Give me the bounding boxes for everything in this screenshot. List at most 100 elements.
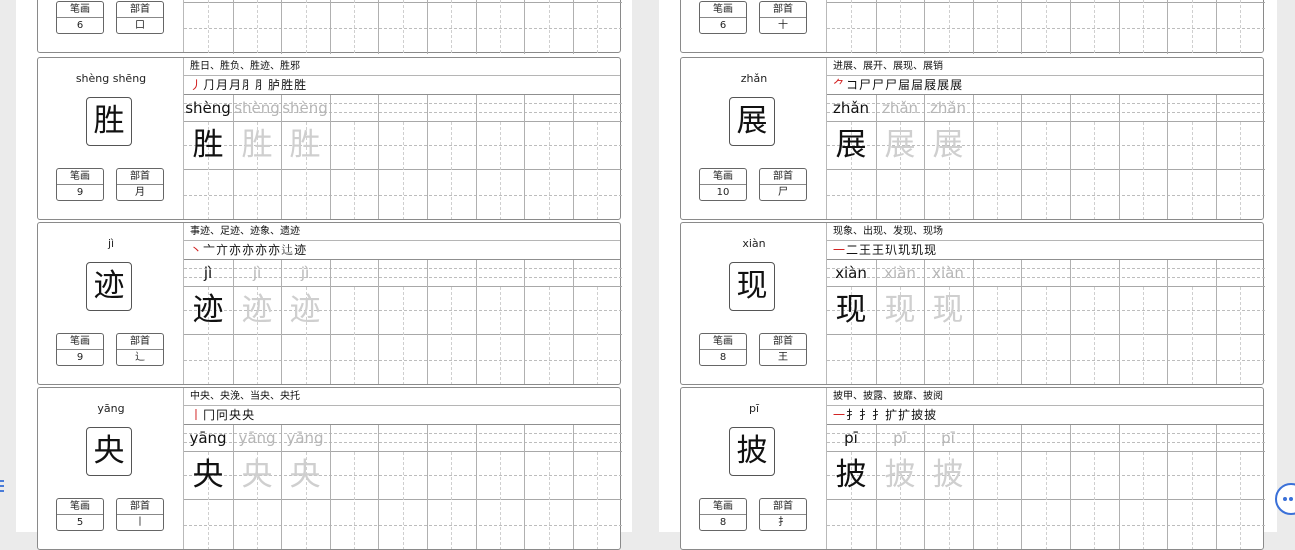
radical-box: 部首月 <box>116 168 164 201</box>
stroke-step: 二 <box>846 243 860 257</box>
trace-character: 迹 <box>289 292 321 328</box>
stroke-step: 冂 <box>203 408 217 422</box>
trace-character: 央 <box>289 457 321 493</box>
stroke-step: 王 <box>872 243 886 257</box>
stroke-step: 丿 <box>190 78 204 92</box>
stroke-step: ⺼ <box>242 78 256 92</box>
stroke-step: 尸 <box>859 78 873 92</box>
radical-box: 部首辶 <box>116 333 164 366</box>
stroke-count-box-value: 9 <box>76 352 84 363</box>
trace-character: 现 <box>932 292 964 328</box>
stroke-step: 屇 <box>898 78 912 92</box>
radical-box-value: 丨 <box>135 517 145 528</box>
stroke-step: 一 <box>833 243 847 257</box>
radical-box-label: 部首 <box>117 334 163 350</box>
model-pinyin: xiàn <box>835 264 867 282</box>
stroke-step: 玑 <box>898 243 912 257</box>
example-words: 披甲、披露、披靡、披阅 <box>827 388 1263 406</box>
character-display: 披 <box>729 427 775 476</box>
stroke-count-box: 笔画 10 <box>699 168 747 201</box>
character-display: 展 <box>729 97 775 146</box>
practice-grid-area <box>184 0 622 54</box>
character-card: yāng 央笔画 5 部首丨中央、央浼、当央、央托 丨冂冋央央 yāng 央 yāng 央 yān… <box>37 387 622 550</box>
radical-box: 部首王 <box>759 333 807 366</box>
stroke-count-box-value: 6 <box>76 20 84 31</box>
stroke-count-box-label: 笔画 <box>57 499 103 515</box>
stroke-count-box: 笔画 5 <box>56 498 104 531</box>
stroke-step: 现 <box>924 243 938 257</box>
stroke-step: 丨 <box>190 408 204 422</box>
trace-character: 迹 <box>241 292 273 328</box>
stroke-step: 亦 <box>242 243 256 257</box>
character-card-partial: 笔画 6 部首口 <box>37 0 622 54</box>
trace-pinyin: zhǎn <box>881 99 919 117</box>
stroke-count-box-value: 9 <box>76 187 84 198</box>
trace-pinyin: jì <box>300 264 310 282</box>
stroke-step: 月 <box>229 78 243 92</box>
radical-box: 部首丨 <box>116 498 164 531</box>
radical-box-value: 尸 <box>778 187 788 198</box>
trace-character: 胜 <box>289 127 321 163</box>
model-pinyin: yāng <box>189 429 227 447</box>
trace-pinyin: yāng <box>286 429 324 447</box>
trace-pinyin: jì <box>252 264 262 282</box>
trace-character: 现 <box>884 292 916 328</box>
stroke-step: 胪 <box>268 78 282 92</box>
character-pinyin: shèng shēng <box>75 72 147 85</box>
stroke-count-box-value: 10 <box>716 187 730 198</box>
example-words: 中央、央浼、当央、央托 <box>184 388 620 406</box>
stroke-step: 披 <box>924 408 938 422</box>
trace-pinyin: zhǎn <box>929 99 967 117</box>
trace-character: 胜 <box>241 127 273 163</box>
stroke-step: 玐 <box>885 243 899 257</box>
model-character: 现 <box>835 292 867 328</box>
trace-character: 展 <box>932 127 964 163</box>
stroke-step: 扌 <box>872 408 886 422</box>
model-pinyin: jì <box>203 264 213 282</box>
stroke-count-box-label: 笔画 <box>57 334 103 350</box>
stroke-order-row: 丿⺆月月⺼⺼胪胜胜 <box>184 76 620 95</box>
radical-box-value: 王 <box>778 352 788 363</box>
stroke-order-row: ⺈コ尸尸尸屇屇屐展展 <box>827 76 1263 95</box>
stroke-step: 扩 <box>898 408 912 422</box>
model-character: 迹 <box>192 292 224 328</box>
radical-box-label: 部首 <box>117 2 163 18</box>
stroke-count-box-label: 笔画 <box>700 499 746 515</box>
stroke-order-row: 丨冂冋央央 <box>184 406 620 425</box>
character-display: 胜 <box>86 97 132 146</box>
model-character: 央 <box>192 457 224 493</box>
stroke-count-box-label: 笔画 <box>700 2 746 18</box>
chat-bubble-icon[interactable] <box>1275 483 1295 515</box>
stroke-step: ⺈ <box>833 78 847 92</box>
stroke-step: 𨑒 <box>281 243 295 257</box>
stroke-step: 展 <box>937 78 951 92</box>
stroke-step: 披 <box>911 408 925 422</box>
trace-pinyin: shèng <box>282 99 328 117</box>
stroke-step: 亦 <box>229 243 243 257</box>
character-card: pī 披笔画 8 部首扌披甲、披露、披靡、披阅 一扌扌扌扩扩披披 pī 披 pī 披 pī 披 <box>680 387 1265 550</box>
example-words: 胜日、胜负、胜迹、胜邪 <box>184 58 620 76</box>
stroke-count-box: 笔画 8 <box>699 498 747 531</box>
stroke-step: 月 <box>216 78 230 92</box>
stroke-step: 迹 <box>294 243 308 257</box>
stroke-order-row: 一扌扌扌扩扩披披 <box>827 406 1263 425</box>
character-card: zhǎn 展笔画 10 部首尸进展、展开、展现、展销 ⺈コ尸尸尸屇屇屐展展 zhǎn 展 zh… <box>680 57 1265 220</box>
stroke-step: 丶 <box>190 243 204 257</box>
stroke-count-box-label: 笔画 <box>57 2 103 18</box>
stroke-step: ⺼ <box>255 78 269 92</box>
stroke-step: 亦 <box>268 243 282 257</box>
card-info-panel: pī 披笔画 8 部首扌 <box>681 388 827 549</box>
stroke-step: 尸 <box>885 78 899 92</box>
stroke-count-box-label: 笔画 <box>57 169 103 185</box>
trace-pinyin: shèng <box>234 99 280 117</box>
stroke-step: 冋 <box>216 408 230 422</box>
card-info-panel: xiàn 现笔画 8 部首王 <box>681 223 827 384</box>
card-info-panel: jì 迹笔画 9 部首辶 <box>38 223 184 384</box>
example-words: 现象、出现、发现、现场 <box>827 223 1263 241</box>
character-card-partial: 笔画 6 部首十 <box>680 0 1265 54</box>
radical-box-label: 部首 <box>760 2 806 18</box>
character-pinyin: yāng <box>97 402 125 415</box>
stroke-step: 亣 <box>216 243 230 257</box>
trace-character: 披 <box>932 457 964 493</box>
stroke-step: 屇 <box>911 78 925 92</box>
